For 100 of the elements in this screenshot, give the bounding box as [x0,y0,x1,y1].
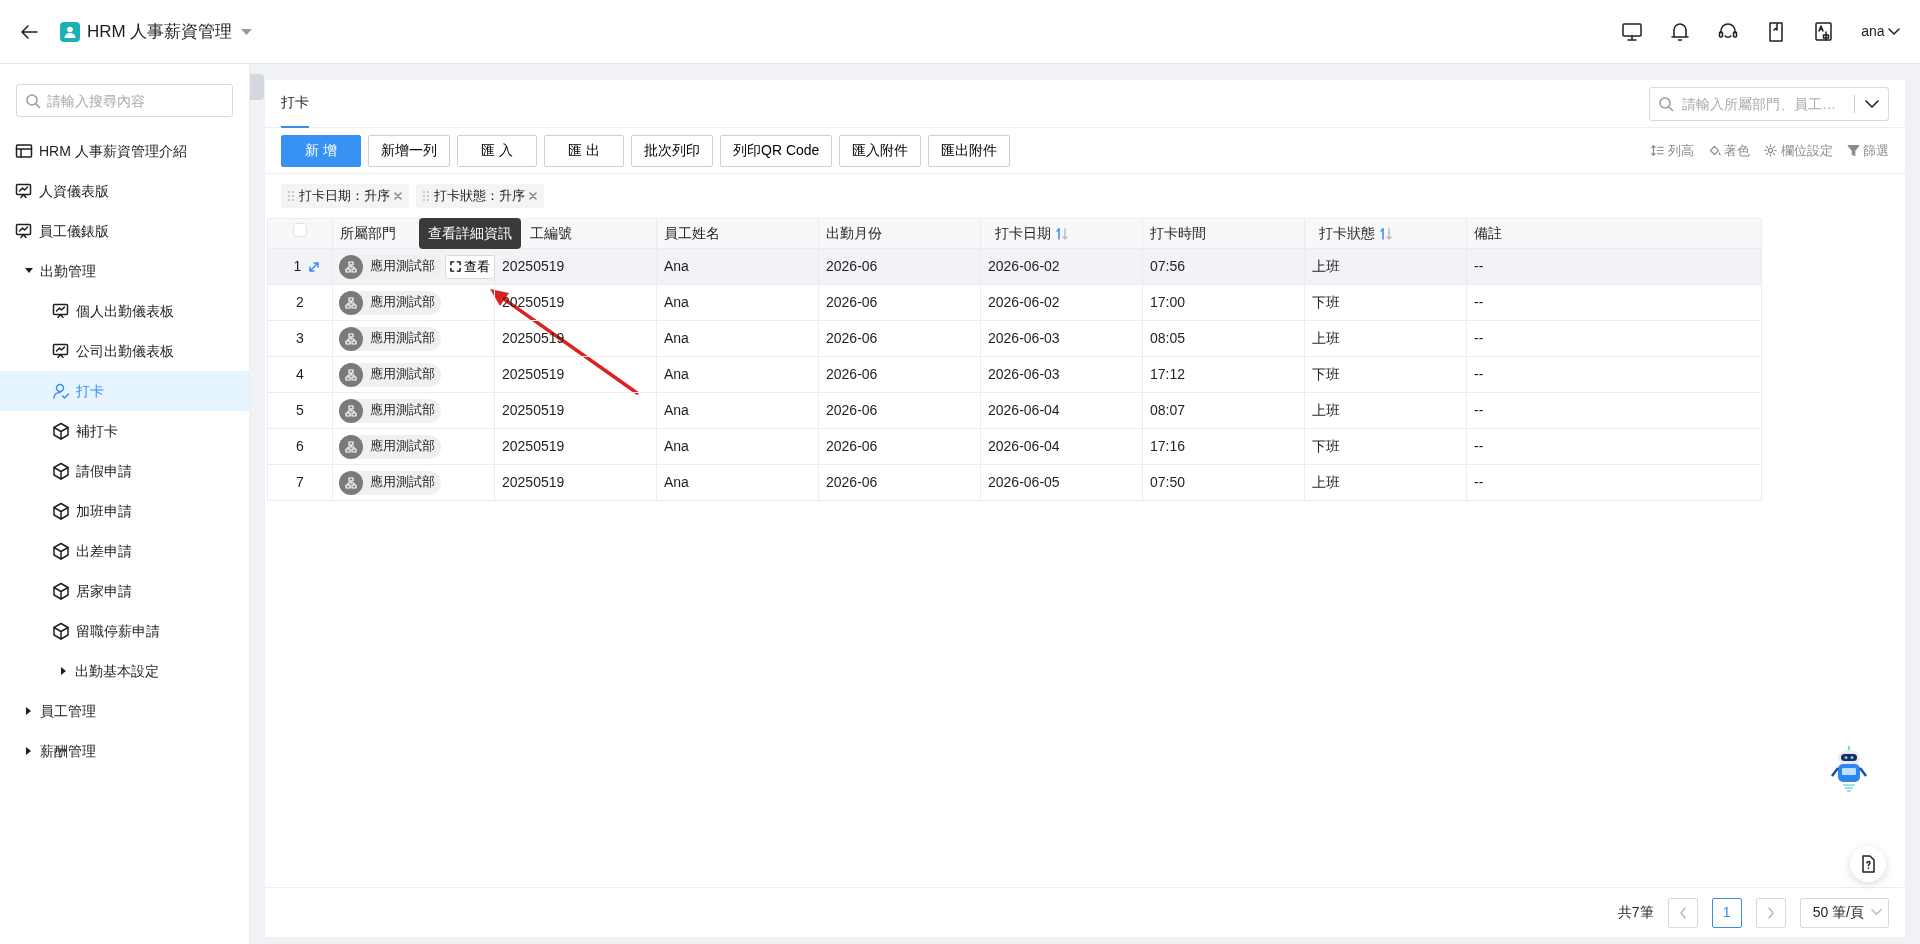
dashboard-icon [15,182,33,200]
menu-item[interactable]: 加班申請 [0,491,249,531]
gear-icon [1764,144,1777,157]
search-field[interactable]: 請輸入搜尋內容 [16,84,233,117]
table-cell: 上班 [1312,474,1340,490]
bell-icon[interactable] [1669,20,1692,43]
column-header: 備註 [1474,225,1502,241]
department-tag: 應用測試部 [339,470,441,495]
table-cell: -- [1474,258,1484,274]
app-title[interactable]: HRM 人事薪資管理 [87,18,233,45]
table-cell: 2026-06-02 [988,258,1060,274]
table-cell: 下班 [1312,294,1340,310]
table-cell: Ana [664,258,689,274]
collapse-handle[interactable] [250,74,264,100]
toolbar-button[interactable]: 匯出附件 [928,134,1011,167]
table-cell: 2026-06 [826,366,878,382]
table-cell: -- [1474,438,1484,454]
toolbar-link[interactable]: 篩選 [1846,140,1889,161]
row-number: 1 [293,257,302,276]
back-arrow-icon[interactable] [20,22,38,41]
toolbar-button[interactable]: 匯 入 [457,134,537,167]
row-number: 2 [296,293,304,312]
tree-folder[interactable]: 員工管理 [0,691,249,731]
menu-item[interactable]: 出差申請 [0,531,249,571]
column-header: 出勤月份 [826,225,882,241]
table-cell: 2026-06-04 [988,402,1060,418]
table-cell: 07:50 [1150,474,1186,490]
toolbar-link[interactable]: 列高 [1651,140,1694,161]
table-cell: 20250519 [502,402,565,418]
column-header: 打卡日期 [995,225,1051,241]
toolbar-link[interactable]: 欄位設定 [1764,140,1833,161]
monitor-icon[interactable] [1621,20,1644,43]
tab[interactable]: 打卡 [281,79,309,128]
chevron-down-icon [1871,907,1882,918]
cube-icon [52,622,70,640]
table-cell: 2026-06 [826,474,878,490]
table-cell: Ana [664,366,689,382]
menu-item[interactable]: 人資儀表版 [0,171,249,211]
tree-folder[interactable]: 出勤基本設定 [0,651,249,691]
row-number: 3 [296,329,304,348]
menu-item[interactable]: HRM 人事薪資管理介紹 [0,131,249,171]
table-cell: -- [1474,402,1484,418]
table-cell: 08:05 [1150,330,1186,346]
table-cell: 20250519 [502,474,565,490]
table-icon [15,142,33,160]
org-chart-icon [345,368,357,381]
page-size-select[interactable]: 50 筆/頁 [1799,897,1889,928]
table-cell: 2026-06-04 [988,438,1060,454]
fullscreen-icon[interactable] [449,261,461,272]
user-name[interactable]: ana [1861,21,1885,42]
toolbar-button[interactable]: 新增一列 [368,134,450,167]
row-number: 6 [296,437,304,456]
table-cell: Ana [664,294,689,310]
table-cell: 08:07 [1150,402,1186,418]
org-chart-icon [345,260,357,273]
toolbar-button[interactable]: 匯入附件 [839,134,922,167]
toolbar-button[interactable]: 匯 出 [544,134,624,167]
table-cell: 2026-06-05 [988,474,1060,490]
row-number: 7 [296,473,304,492]
chevron-down-icon[interactable] [1888,25,1900,38]
tree-folder[interactable]: 出勤管理 [0,251,249,291]
table-cell: 2026-06 [826,330,878,346]
toolbar-button[interactable]: 批次列印 [631,134,713,167]
filter-icon [1846,144,1860,157]
app-logo-icon [60,21,80,42]
tree-folder[interactable]: 薪酬管理 [0,731,249,771]
close-icon[interactable] [393,191,403,201]
toolbar-link[interactable]: 著色 [1707,140,1750,161]
search-field[interactable]: 請輸入所屬部門、員工… [1649,86,1889,121]
column-header: 員工姓名 [664,225,720,241]
menu-item[interactable]: 公司出勤儀表板 [0,331,249,371]
table-cell: Ana [664,402,689,418]
menu-item[interactable]: 補打卡 [0,411,249,451]
department-tag: 應用測試部 [339,254,441,279]
checkbox[interactable] [293,223,307,237]
row-height-icon [1651,144,1664,157]
view-button[interactable]: 查看 [444,254,495,279]
menu-item[interactable]: 居家申請 [0,571,249,611]
sort-tag[interactable]: 打卡日期：升序 [281,184,409,208]
tooltip: 查看詳細資訊 [418,217,521,249]
menu-item[interactable]: 留職停薪申請 [0,611,249,651]
toolbar-button[interactable]: 列印QR Code [720,134,833,167]
department-tag: 應用測試部 [339,362,441,387]
dashboard-icon [52,302,70,320]
table-cell: 17:12 [1150,366,1186,382]
chevron-right-icon [1765,906,1776,919]
menu-item[interactable]: 員工儀錶版 [0,211,249,251]
menu-item[interactable]: 請假申請 [0,451,249,491]
table-cell: 上班 [1312,330,1340,346]
cube-icon [52,462,70,480]
drag-handle-icon[interactable] [422,190,430,202]
row-number: 4 [296,365,304,384]
expand-icon[interactable] [308,260,321,273]
department-tag: 應用測試部 [339,326,441,351]
org-chart-icon [345,476,357,489]
table-cell: 2026-06-03 [988,330,1060,346]
sort-tag[interactable]: 打卡狀態：升序 [416,184,544,208]
menu-item[interactable]: 個人出勤儀表板 [0,291,249,331]
close-icon[interactable] [528,191,538,201]
drag-handle-icon[interactable] [287,190,295,202]
